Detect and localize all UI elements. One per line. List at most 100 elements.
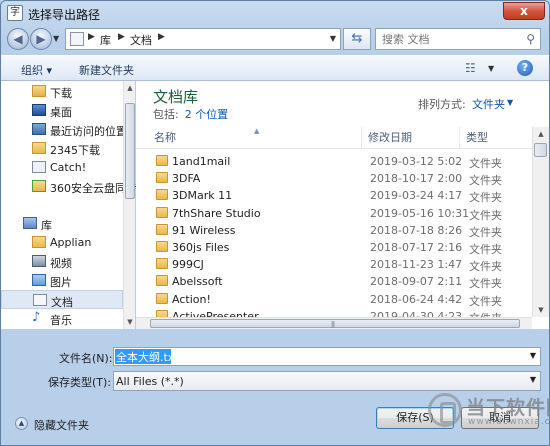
file-type: 文件夹 — [469, 225, 502, 239]
arrange-by-dropdown[interactable]: 文件夹 — [472, 96, 505, 112]
help-icon[interactable]: ? — [517, 60, 533, 76]
file-row[interactable]: Abelssoft 2018-09-07 2:11 文件夹 — [136, 273, 532, 290]
back-arrow-icon: ◀ — [13, 32, 23, 46]
new-folder-button[interactable]: 新建文件夹 — [79, 62, 134, 78]
file-row[interactable]: 1and1mail 2019-03-12 5:02 文件夹 — [136, 153, 532, 170]
scroll-down-icon[interactable]: ▼ — [533, 303, 549, 317]
column-header-type[interactable]: 类型 — [460, 127, 532, 149]
scroll-up-icon[interactable]: ▲ — [533, 127, 549, 141]
nav-item-desktop[interactable]: 桌面 — [1, 101, 123, 120]
folder-icon — [156, 241, 168, 252]
filename-input[interactable] — [115, 349, 171, 364]
save-dialog-window: 字 选择导出路径 x ◀ ▶ ▼ ▶ 库 ▶ 文档 ▶ ▼ ⇆ ⚲ 组织 ▾ 新… — [0, 0, 550, 446]
file-date: 2018-07-18 8:26 — [370, 223, 463, 237]
nav-item-music[interactable]: ♪ 音乐 — [1, 309, 123, 328]
refresh-icon: ⇆ — [351, 31, 363, 46]
collapse-arrow-icon[interactable]: ▲ — [15, 417, 28, 430]
close-button[interactable]: x — [503, 2, 545, 20]
chevron-down-icon[interactable]: ▼ — [507, 98, 513, 107]
hide-folders-toggle[interactable]: 隐藏文件夹 — [34, 417, 89, 433]
organize-menu[interactable]: 组织 ▾ — [21, 62, 52, 78]
horizontal-scrollbar[interactable]: ||| — [136, 317, 532, 329]
breadcrumb-library[interactable]: 库 — [100, 32, 111, 48]
folder-icon — [156, 292, 168, 304]
column-header-date[interactable]: 修改日期 — [362, 127, 460, 149]
nav-item-documents[interactable]: 文档 — [1, 290, 123, 309]
nav-label: 2345下载 — [50, 144, 100, 157]
folder-icon — [156, 155, 168, 166]
nav-label: 下载 — [50, 87, 72, 100]
includes-label: 包括: — [153, 108, 179, 121]
watermark-text: 当下软件园 — [466, 397, 549, 419]
back-button[interactable]: ◀ — [7, 28, 29, 50]
nav-item-applian[interactable]: Applian — [1, 233, 123, 252]
file-row[interactable]: 999CJ 2018-11-23 1:47 文件夹 — [136, 256, 532, 273]
includes-locations-link[interactable]: 2 个位置 — [185, 108, 229, 121]
nav-item-catch[interactable]: Catch! — [1, 158, 123, 177]
watermark: 当下软件园 www.downxia.com — [428, 389, 549, 441]
recent-locations-dropdown[interactable]: ▼ — [53, 34, 59, 43]
breadcrumb-separator-icon[interactable]: ▶ — [158, 32, 165, 42]
column-header-row: ▲ 名称 修改日期 类型 — [136, 127, 532, 149]
picture-library-icon — [32, 274, 46, 286]
nav-item-2345-downloads[interactable]: 2345下载 — [1, 139, 123, 158]
nav-label: Applian — [50, 236, 92, 249]
column-header-name[interactable]: 名称 — [148, 127, 362, 149]
scroll-down-icon[interactable]: ▼ — [124, 315, 136, 329]
file-list-scroll-thumb[interactable] — [534, 143, 547, 157]
nav-item-libraries[interactable]: 库 — [1, 214, 123, 233]
file-name: 7thShare Studio — [172, 206, 261, 220]
library-icon — [23, 217, 37, 229]
horizontal-scroll-thumb[interactable]: ||| — [150, 319, 520, 328]
file-row[interactable]: 3DFA 2018-10-17 2:00 文件夹 — [136, 170, 532, 187]
nav-item-pictures[interactable]: 图片 — [1, 271, 123, 290]
breadcrumb-separator-icon[interactable]: ▶ — [118, 32, 125, 42]
nav-scroll-thumb[interactable] — [125, 103, 135, 199]
file-row[interactable]: 3DMark 11 2019-03-24 4:17 文件夹 — [136, 187, 532, 204]
refresh-button[interactable]: ⇆ — [343, 28, 371, 50]
document-library-icon — [33, 294, 47, 306]
breadcrumb-separator-icon[interactable]: ▶ — [88, 32, 95, 42]
file-type: 文件夹 — [469, 243, 502, 256]
file-row[interactable]: 91 Wireless 2018-07-18 8:26 文件夹 — [136, 222, 532, 239]
search-icon: ⚲ — [526, 32, 535, 46]
library-title: 文档库 — [153, 88, 199, 106]
file-type: 文件夹 — [469, 157, 502, 170]
file-row[interactable]: 360js Files 2018-07-17 2:16 文件夹 — [136, 239, 532, 256]
file-row[interactable]: Action! 2018-06-24 4:42 文件夹 — [136, 291, 532, 308]
scroll-up-icon[interactable]: ▲ — [124, 81, 136, 95]
file-type: 文件夹 — [469, 208, 502, 222]
address-box[interactable]: ▶ 库 ▶ 文档 ▶ ▼ — [65, 28, 341, 50]
file-name: Abelssoft — [172, 275, 223, 289]
file-date: 2018-09-07 2:11 — [370, 275, 463, 289]
file-type: 文件夹 — [469, 277, 502, 291]
search-box[interactable]: ⚲ — [375, 28, 541, 50]
app-window-icon — [32, 161, 46, 173]
filename-combobox[interactable]: ▼ — [113, 347, 541, 366]
nav-scrollbar[interactable]: ▲ ▼ — [123, 81, 135, 329]
file-list-scrollbar[interactable]: ▲ ▼ — [532, 127, 549, 317]
window-title: 选择导出路径 — [28, 8, 101, 22]
desktop-icon — [32, 104, 46, 116]
search-input[interactable] — [376, 29, 516, 49]
chevron-down-icon[interactable]: ▼ — [530, 375, 536, 384]
breadcrumb-documents[interactable]: 文档 — [130, 32, 152, 48]
nav-item-recent-places[interactable]: 最近访问的位置 — [1, 120, 127, 139]
file-row[interactable]: 7thShare Studio 2019-05-16 10:31 文件夹 — [136, 205, 532, 222]
grip-icon: ||| — [331, 321, 335, 328]
details-view-icon[interactable]: ☷ — [465, 61, 476, 75]
nav-item-360-cloud-sync[interactable]: 360安全云盘同步 — [1, 177, 137, 196]
watermark-logo-icon — [428, 393, 462, 427]
view-options-dropdown-icon[interactable]: ▼ — [488, 64, 494, 73]
file-date: 2019-03-12 5:02 — [370, 155, 463, 168]
file-name: 91 Wireless — [172, 223, 236, 237]
nav-item-videos[interactable]: 视频 — [1, 252, 123, 271]
nav-label: 桌面 — [50, 106, 72, 119]
file-name: 1and1mail — [172, 155, 231, 168]
forward-button[interactable]: ▶ — [30, 28, 52, 50]
chevron-down-icon[interactable]: ▼ — [530, 351, 536, 360]
nav-item-downloads[interactable]: 下载 — [1, 82, 123, 101]
forward-arrow-icon: ▶ — [36, 32, 46, 46]
filetype-select[interactable]: All Files (*.*) ▼ — [113, 371, 541, 391]
address-dropdown-icon[interactable]: ▼ — [330, 34, 336, 43]
